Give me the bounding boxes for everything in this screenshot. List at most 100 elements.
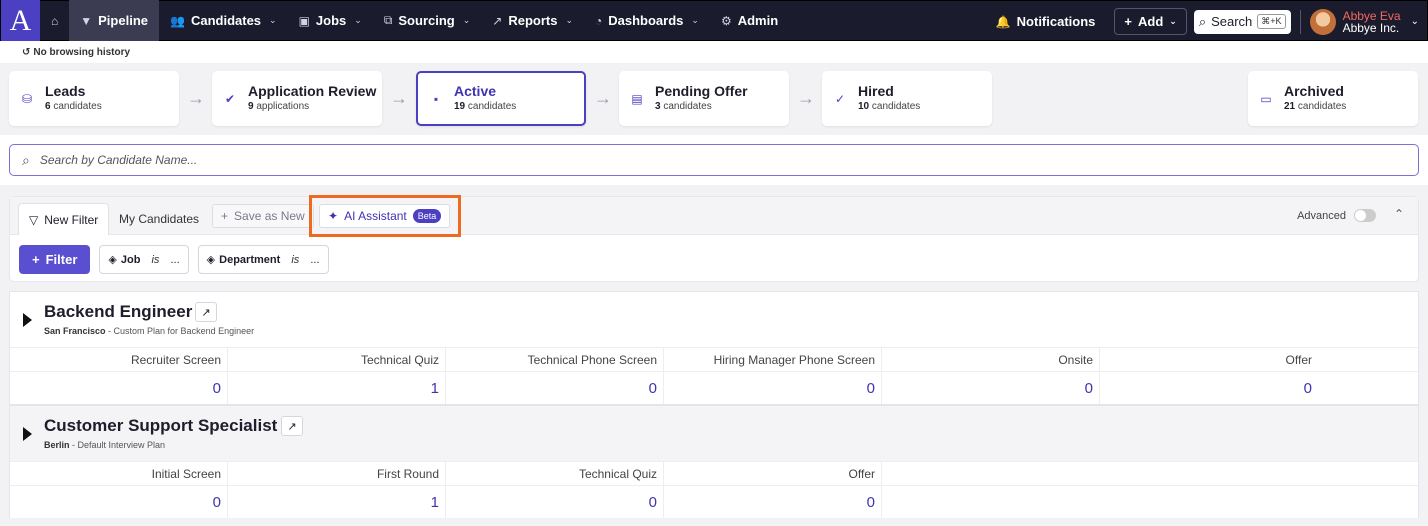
filter-chip-job[interactable]: ◈ Job is ...	[99, 245, 189, 274]
filter-row: + Filter ◈ Job is ... ◈ Department is ...	[19, 245, 329, 274]
stage-count[interactable]: 1	[228, 372, 446, 404]
user-menu[interactable]: Abbye Eva Abbye Inc.	[1343, 10, 1401, 34]
external-link-icon[interactable]: ↗	[195, 302, 217, 322]
user-check-icon: ✓	[834, 91, 846, 106]
nav-candidates[interactable]: 👥 Candidates ⌄	[159, 0, 288, 41]
arrow-right-icon: →	[594, 88, 612, 108]
stage-header-row: Recruiter Screen Technical Quiz Technica…	[10, 347, 1418, 371]
stage-name: Offer	[664, 462, 882, 485]
chevron-down-icon: ⌄	[269, 15, 277, 25]
filter-panel: ▽ New Filter My Candidates + Save as New ✦…	[9, 195, 1419, 282]
external-link-icon[interactable]: ↗	[281, 416, 303, 436]
stage-count[interactable]: 1	[228, 486, 446, 518]
toggle-switch[interactable]	[1354, 209, 1376, 222]
stage-count-row: 0 1 0 0 0 0	[10, 371, 1418, 404]
chevron-down-icon: ⌄	[354, 15, 362, 25]
stage-count[interactable]: 0	[10, 372, 228, 404]
filter-chip-department[interactable]: ◈ Department is ...	[197, 245, 329, 274]
chevron-down-icon: ⌄	[462, 15, 471, 25]
avatar[interactable]	[1309, 8, 1336, 35]
nav-sourcing[interactable]: ⧉ Sourcing ⌄	[373, 0, 481, 41]
job-subtitle: Berlin - Default Interview Plan	[44, 440, 166, 450]
stage-application-review[interactable]: ✔ Application Review 9 applications	[212, 71, 382, 126]
nav-dashboards[interactable]: ◔ Dashboards ⌄	[584, 0, 710, 41]
leads-icon: ⛁	[21, 91, 33, 106]
beta-badge: Beta	[412, 209, 442, 223]
chat-icon: ▪	[433, 91, 439, 106]
arrow-right-icon: →	[797, 88, 815, 108]
nav-pipeline[interactable]: ▼ Pipeline	[69, 0, 159, 41]
chevron-down-icon: ⌄	[1169, 16, 1177, 26]
ai-assistant-button[interactable]: ✦ AI Assistant Beta	[319, 204, 451, 228]
nav-jobs[interactable]: ▣ Jobs ⌄	[288, 0, 373, 41]
stage-count-row: 0 1 0 0	[10, 485, 1418, 518]
stage-archived[interactable]: ▭ Archived 21 candidates	[1248, 71, 1418, 126]
stage-hired[interactable]: ✓ Hired 10 candidates	[822, 71, 992, 126]
expand-caret-icon[interactable]	[23, 313, 32, 327]
job-list: Backend Engineer ↗ San Francisco - Custo…	[9, 291, 1419, 518]
pipeline-stages: ⛁ Leads 6 candidates → ✔ Application Revi…	[0, 63, 1428, 135]
stage-name: Technical Phone Screen	[446, 348, 664, 371]
stage-count[interactable]: 0	[446, 372, 664, 404]
global-search-button[interactable]: ⌕ Search ⌘+K	[1193, 9, 1291, 34]
home-button[interactable]: ⌂	[40, 0, 69, 41]
stage-pending-offer[interactable]: ▤ Pending Offer 3 candidates	[619, 71, 789, 126]
notifications-button[interactable]: 🔔 Notifications	[985, 1, 1107, 42]
chevron-down-icon[interactable]: ⌄	[1411, 16, 1419, 27]
chevron-down-icon: ⌄	[691, 15, 699, 25]
chevron-down-icon: ⌄	[565, 15, 574, 25]
stage-name: Technical Quiz	[228, 348, 446, 371]
stage-leads[interactable]: ⛁ Leads 6 candidates	[9, 71, 179, 126]
nav-reports[interactable]: ↗ Reports ⌄	[481, 0, 584, 41]
filter-icon: ▼	[80, 13, 93, 28]
document-icon: ▤	[631, 91, 643, 106]
cube-icon: ◈	[206, 254, 216, 266]
candidate-search-input[interactable]	[39, 153, 1340, 167]
job-title[interactable]: Customer Support Specialist	[44, 416, 277, 436]
job-section: Customer Support Specialist ↗ Berlin - D…	[9, 405, 1419, 518]
stage-header-row: Initial Screen First Round Technical Qui…	[10, 461, 1418, 485]
stage-count[interactable]: 0	[882, 372, 1100, 404]
user-org: Abbye Inc.	[1342, 20, 1400, 35]
candidate-search[interactable]: ⌕	[9, 144, 1419, 176]
job-section: Backend Engineer ↗ San Francisco - Custo…	[9, 291, 1419, 405]
chevron-up-icon[interactable]: ⌃	[1394, 207, 1404, 221]
tab-new-filter[interactable]: ▽ New Filter	[18, 203, 110, 235]
stage-name: Onsite	[882, 348, 1100, 371]
arrow-right-icon: →	[187, 88, 205, 108]
filter-tabs: ▽ New Filter My Candidates + Save as New ✦…	[10, 195, 1418, 237]
sparkle-icon: ✦	[328, 209, 339, 223]
job-title[interactable]: Backend Engineer	[44, 302, 192, 322]
nav-admin[interactable]: ⚙ Admin	[710, 0, 789, 41]
home-icon: ⌂	[51, 13, 59, 28]
shortcut-badge: ⌘+K	[1257, 14, 1286, 29]
search-icon: ⌕	[22, 151, 30, 168]
plus-icon: +	[1124, 14, 1132, 29]
save-as-new-button[interactable]: + Save as New	[212, 204, 314, 228]
chart-icon: ↗	[492, 13, 503, 28]
plus-icon: +	[32, 252, 40, 267]
stage-active[interactable]: ▪ Active 19 candidates	[416, 71, 586, 126]
users-icon: 👥	[170, 13, 185, 28]
tab-my-candidates[interactable]: My Candidates	[109, 203, 209, 235]
stage-name: Technical Quiz	[446, 462, 664, 485]
job-subtitle: San Francisco - Custom Plan for Backend …	[44, 326, 255, 336]
expand-caret-icon[interactable]	[23, 427, 32, 441]
arrow-right-icon: →	[390, 88, 408, 108]
stage-count[interactable]: 0	[664, 372, 882, 404]
stage-count[interactable]: 0	[664, 486, 882, 518]
stage-count[interactable]: 0	[446, 486, 664, 518]
stage-count[interactable]: 0	[1100, 372, 1318, 404]
add-filter-button[interactable]: + Filter	[19, 245, 91, 274]
stage-name: Offer	[1285, 353, 1312, 367]
advanced-toggle[interactable]: Advanced	[1297, 209, 1376, 222]
stage-name: Recruiter Screen	[10, 348, 228, 371]
add-button[interactable]: + Add ⌄	[1114, 8, 1187, 35]
stage-count[interactable]: 0	[10, 486, 228, 518]
stage-name: Hiring Manager Phone Screen	[664, 348, 882, 371]
history-icon: ↺	[22, 46, 31, 58]
app-logo[interactable]: A	[1, 0, 40, 41]
stage-name: Initial Screen	[10, 462, 228, 485]
divider	[1299, 9, 1301, 34]
gear-icon: ⚙	[720, 13, 732, 28]
